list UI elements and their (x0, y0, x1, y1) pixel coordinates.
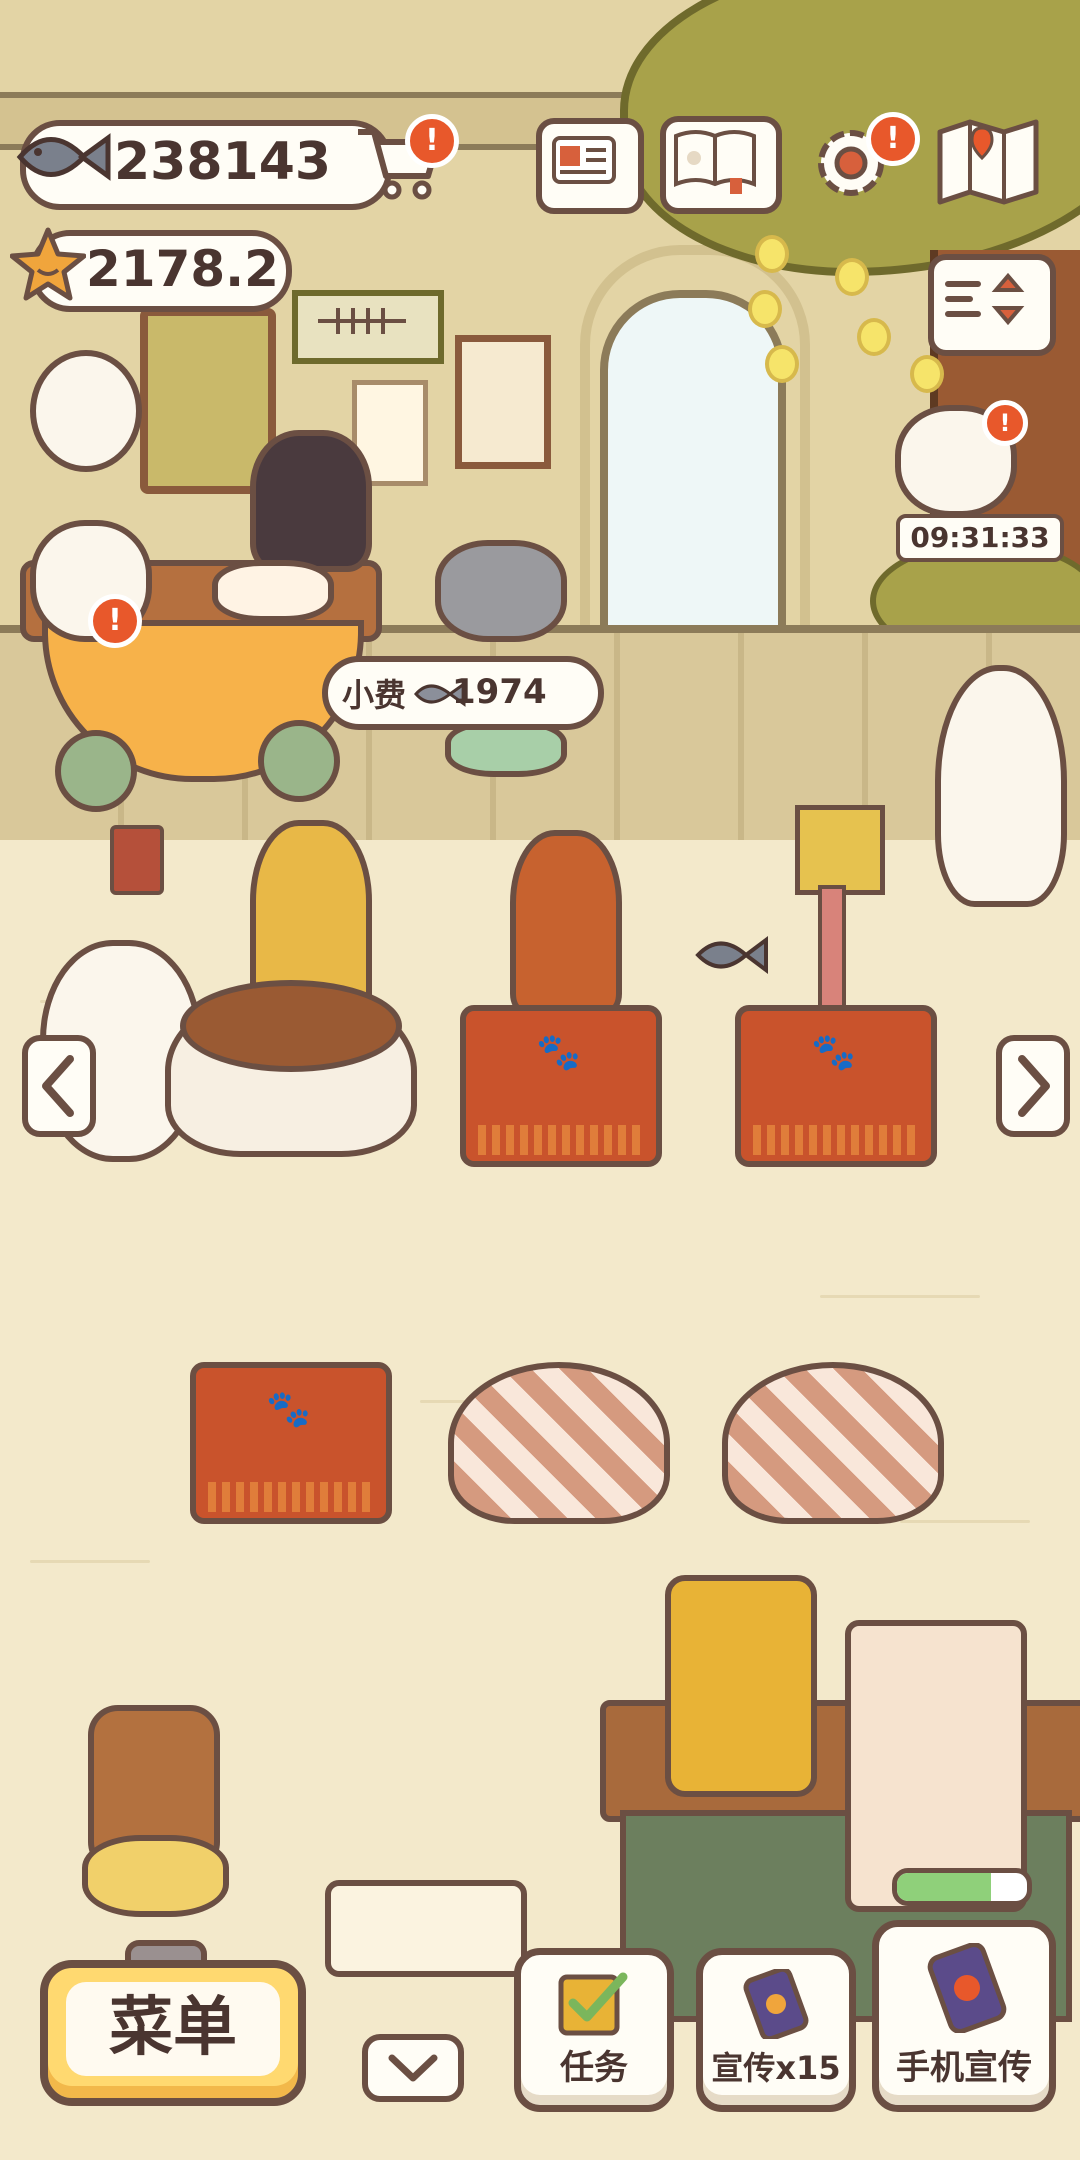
pet-mat[interactable] (325, 1880, 527, 1977)
cauldron (435, 540, 567, 642)
tasks-label: 任务 (560, 2048, 628, 2088)
alert-icon[interactable]: ! (982, 400, 1028, 446)
flamingo-neck (818, 885, 846, 1013)
string-light (835, 258, 869, 296)
checkbox-icon (557, 1969, 631, 2043)
machine-progress (892, 1868, 1032, 1906)
star-icon (9, 226, 87, 306)
table-checkered[interactable] (722, 1362, 944, 1524)
coffee-machine[interactable] (665, 1575, 817, 1797)
fish-amount: 238143 (114, 132, 332, 192)
deer-customer[interactable] (510, 830, 622, 1012)
string-light (765, 345, 799, 383)
paw-book-icon[interactable] (660, 116, 782, 214)
fish-icon (12, 122, 112, 196)
string-light (910, 355, 944, 393)
white-cat-sign[interactable] (30, 350, 142, 472)
barrel-stool (82, 1835, 229, 1917)
chevron-right-icon[interactable] (996, 1035, 1070, 1137)
sort-icon[interactable] (928, 254, 1056, 356)
table-occupied[interactable]: 🐾 (735, 1005, 937, 1167)
doorway (600, 290, 786, 646)
table-occupied[interactable]: 🐾 (460, 1005, 662, 1167)
map-icon[interactable] (932, 112, 1044, 212)
fishbone-frame (292, 290, 444, 364)
phone-icon (743, 1966, 809, 2043)
string-light (755, 235, 789, 273)
alert-icon[interactable]: ! (88, 594, 142, 648)
menu-button[interactable]: 菜单 (40, 1960, 306, 2106)
tip-label: 小费 (342, 676, 407, 714)
promote-label: 宣传x15 (711, 2049, 841, 2087)
phone-promote-button[interactable]: 手机宣传 (872, 1920, 1056, 2112)
chevron-left-icon[interactable] (22, 1035, 96, 1137)
timer-text: 09:31:33 (910, 521, 1050, 554)
string-light (748, 290, 782, 328)
fish-icon[interactable] (690, 930, 770, 984)
timer-box: 09:31:33 (896, 514, 1064, 562)
leaf-frame (455, 335, 551, 469)
phone-cat[interactable] (935, 665, 1067, 907)
string-light (857, 318, 891, 356)
cupcake-plate (212, 560, 334, 622)
cart-wheel (55, 730, 137, 812)
id-card-icon[interactable] (536, 118, 644, 214)
phone-icon (927, 1942, 1007, 2037)
alert-icon[interactable]: ! (405, 114, 459, 168)
tasks-button[interactable]: 任务 (514, 1948, 674, 2112)
menu-label: 菜单 (66, 1982, 280, 2076)
tip-amount: 1974 (452, 672, 547, 712)
phone-promote-label: 手机宣传 (896, 2048, 1032, 2088)
star-amount: 2178.2 (86, 240, 279, 298)
tip-bubble[interactable]: 小费 1974 (322, 656, 604, 730)
black-cat-chef (250, 430, 372, 572)
paper-bag-customer[interactable] (795, 805, 885, 895)
promote-button[interactable]: 宣传x15 (696, 1948, 856, 2112)
alert-icon[interactable]: ! (866, 112, 920, 166)
cart-wheel (258, 720, 340, 802)
phone-icon[interactable] (110, 825, 164, 895)
table-empty[interactable]: 🐾 (190, 1362, 392, 1524)
table-checkered[interactable] (448, 1362, 670, 1524)
game-scene: ! 小费 1974 ! 09:31:33 🐾 🐾 🐾 238143 ! 2178… (0, 0, 1080, 2160)
pancake-tray (180, 980, 402, 1072)
chevron-down-icon[interactable] (362, 2034, 464, 2102)
